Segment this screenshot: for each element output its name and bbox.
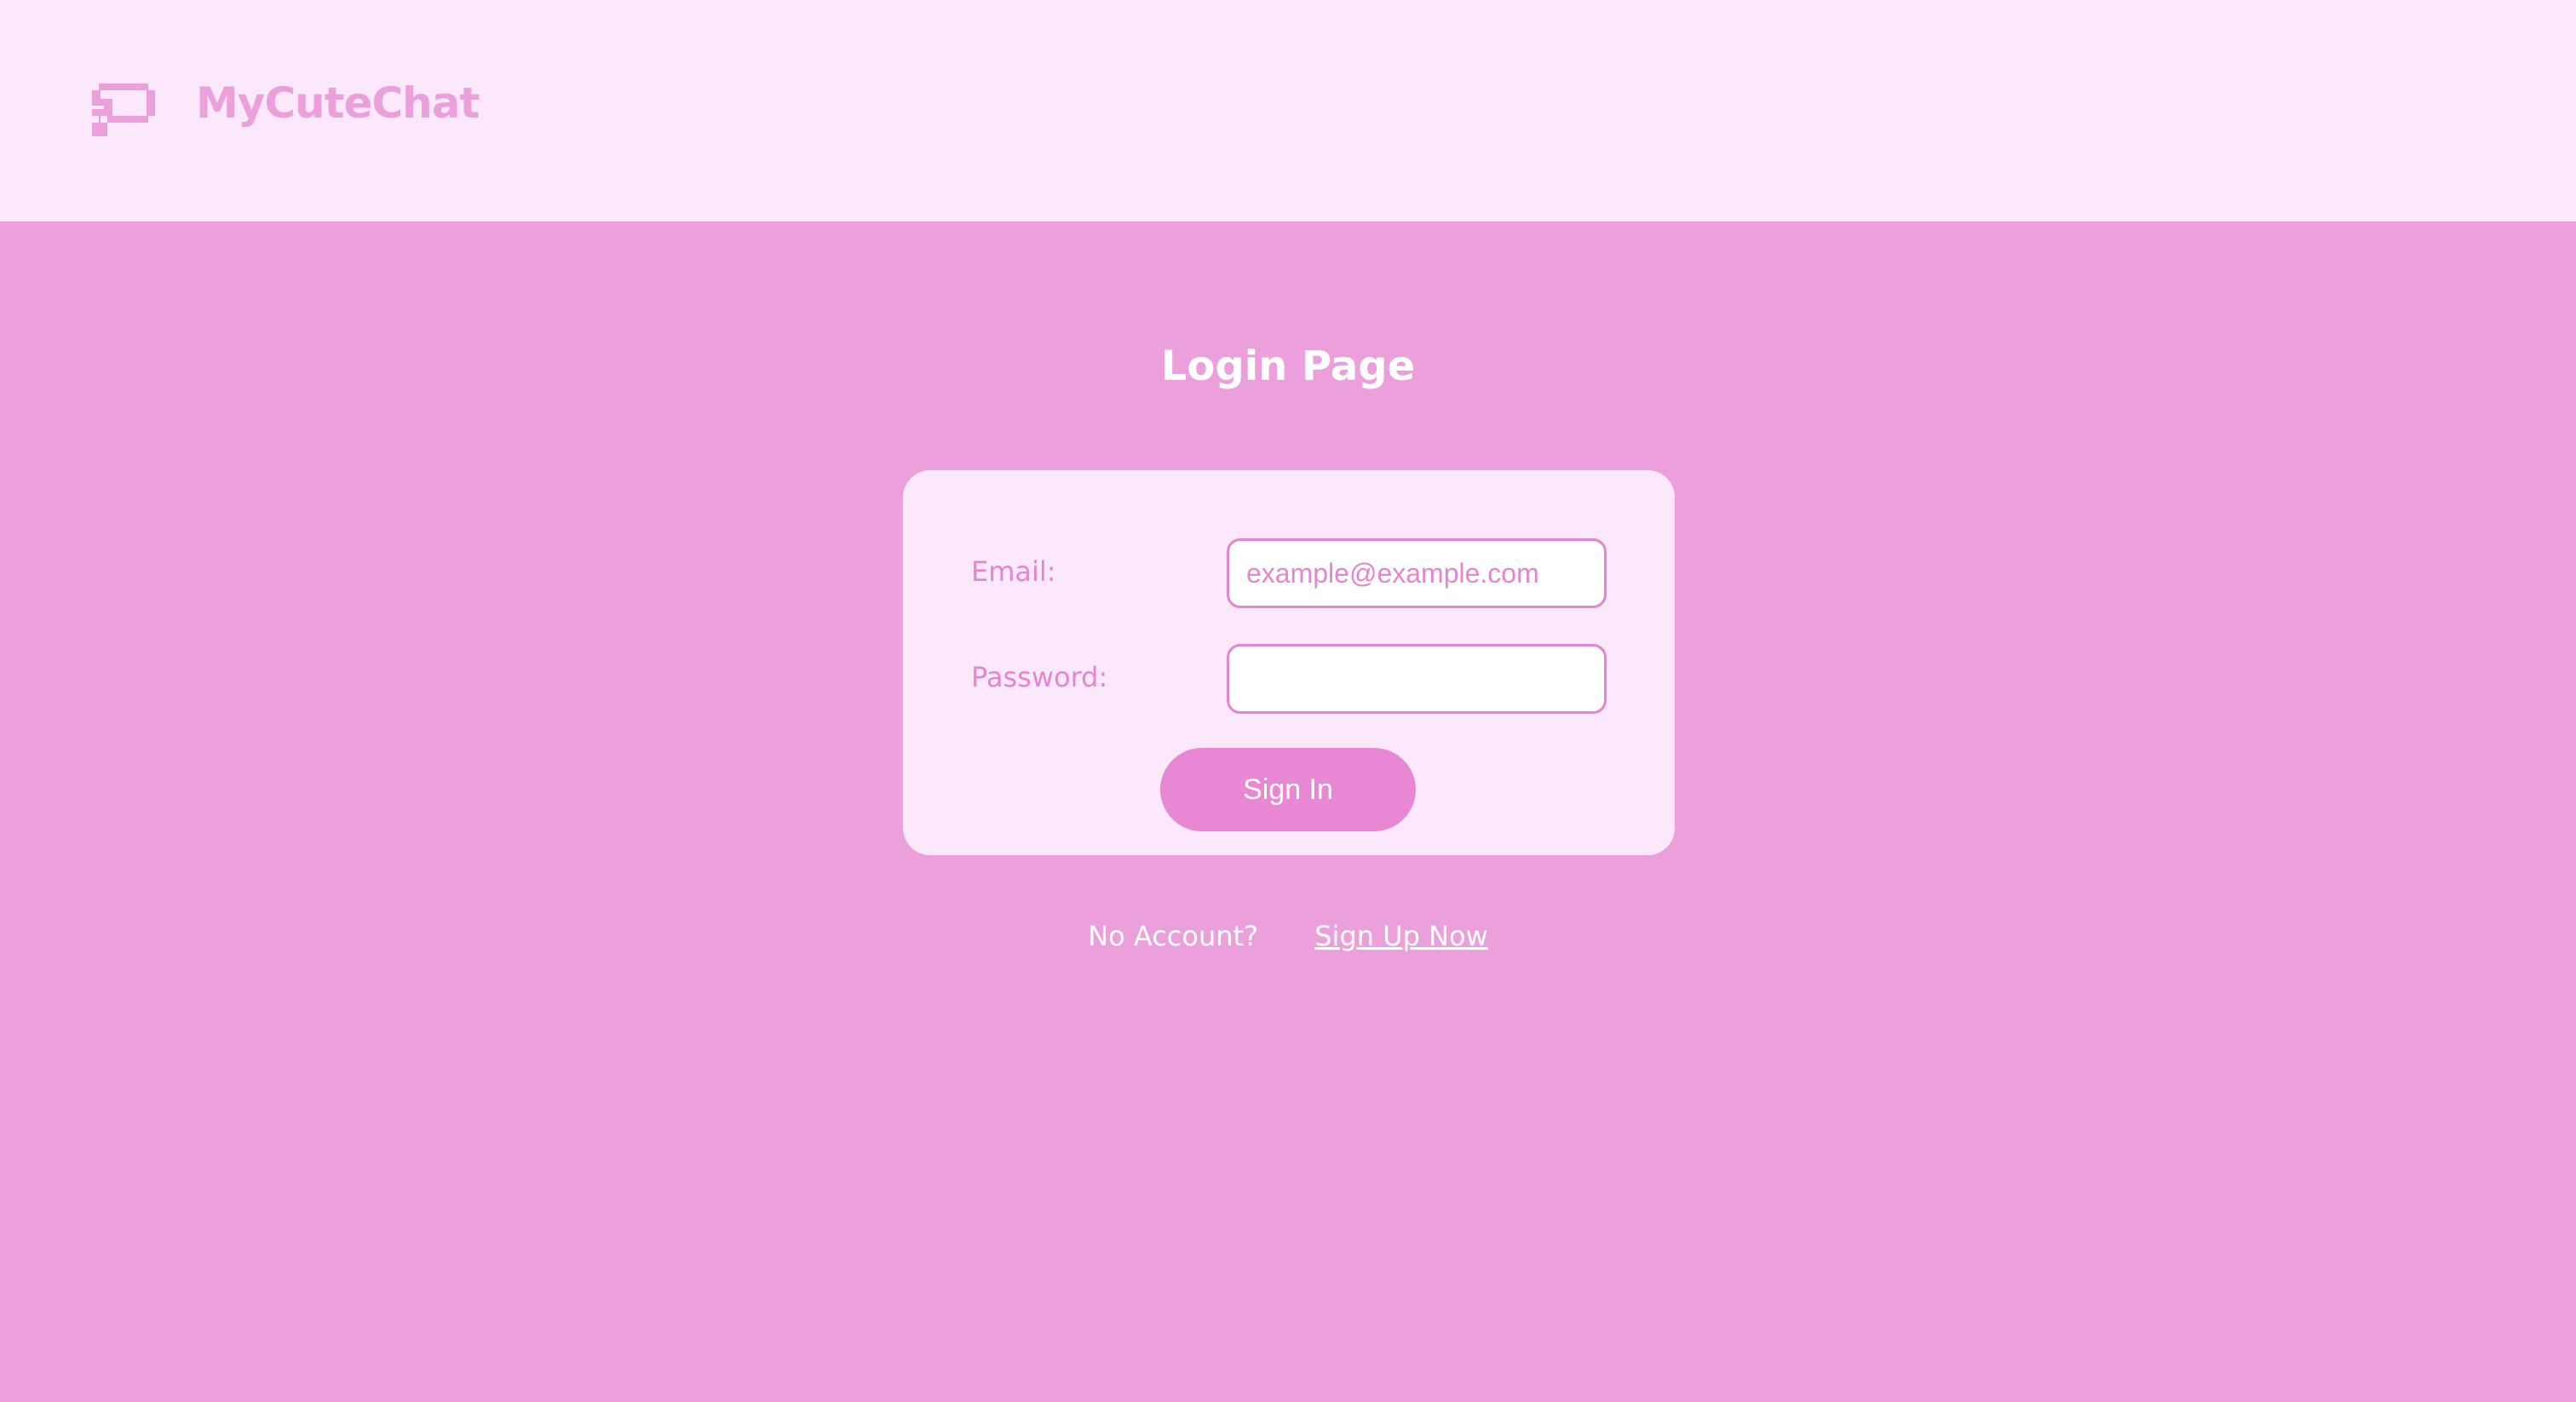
login-form: Email: Password: Sign In bbox=[903, 470, 1675, 855]
brand-name: MyCuteChat bbox=[196, 78, 480, 128]
page-title: Login Page bbox=[1160, 342, 1416, 390]
password-field[interactable] bbox=[1227, 644, 1607, 714]
main-content: Login Page Email: Password: Sign In No A… bbox=[0, 221, 2576, 1402]
signup-prompt-row: No Account? Sign Up Now bbox=[0, 920, 2576, 952]
chat-bubble-icon bbox=[92, 83, 155, 136]
app-header: MyCuteChat bbox=[0, 0, 2576, 221]
sign-up-link[interactable]: Sign Up Now bbox=[1314, 920, 1488, 952]
password-label: Password: bbox=[971, 661, 1108, 693]
no-account-text: No Account? bbox=[1088, 920, 1259, 952]
email-label: Email: bbox=[971, 555, 1056, 588]
email-field[interactable] bbox=[1227, 538, 1607, 608]
sign-in-button[interactable]: Sign In bbox=[1160, 748, 1416, 831]
